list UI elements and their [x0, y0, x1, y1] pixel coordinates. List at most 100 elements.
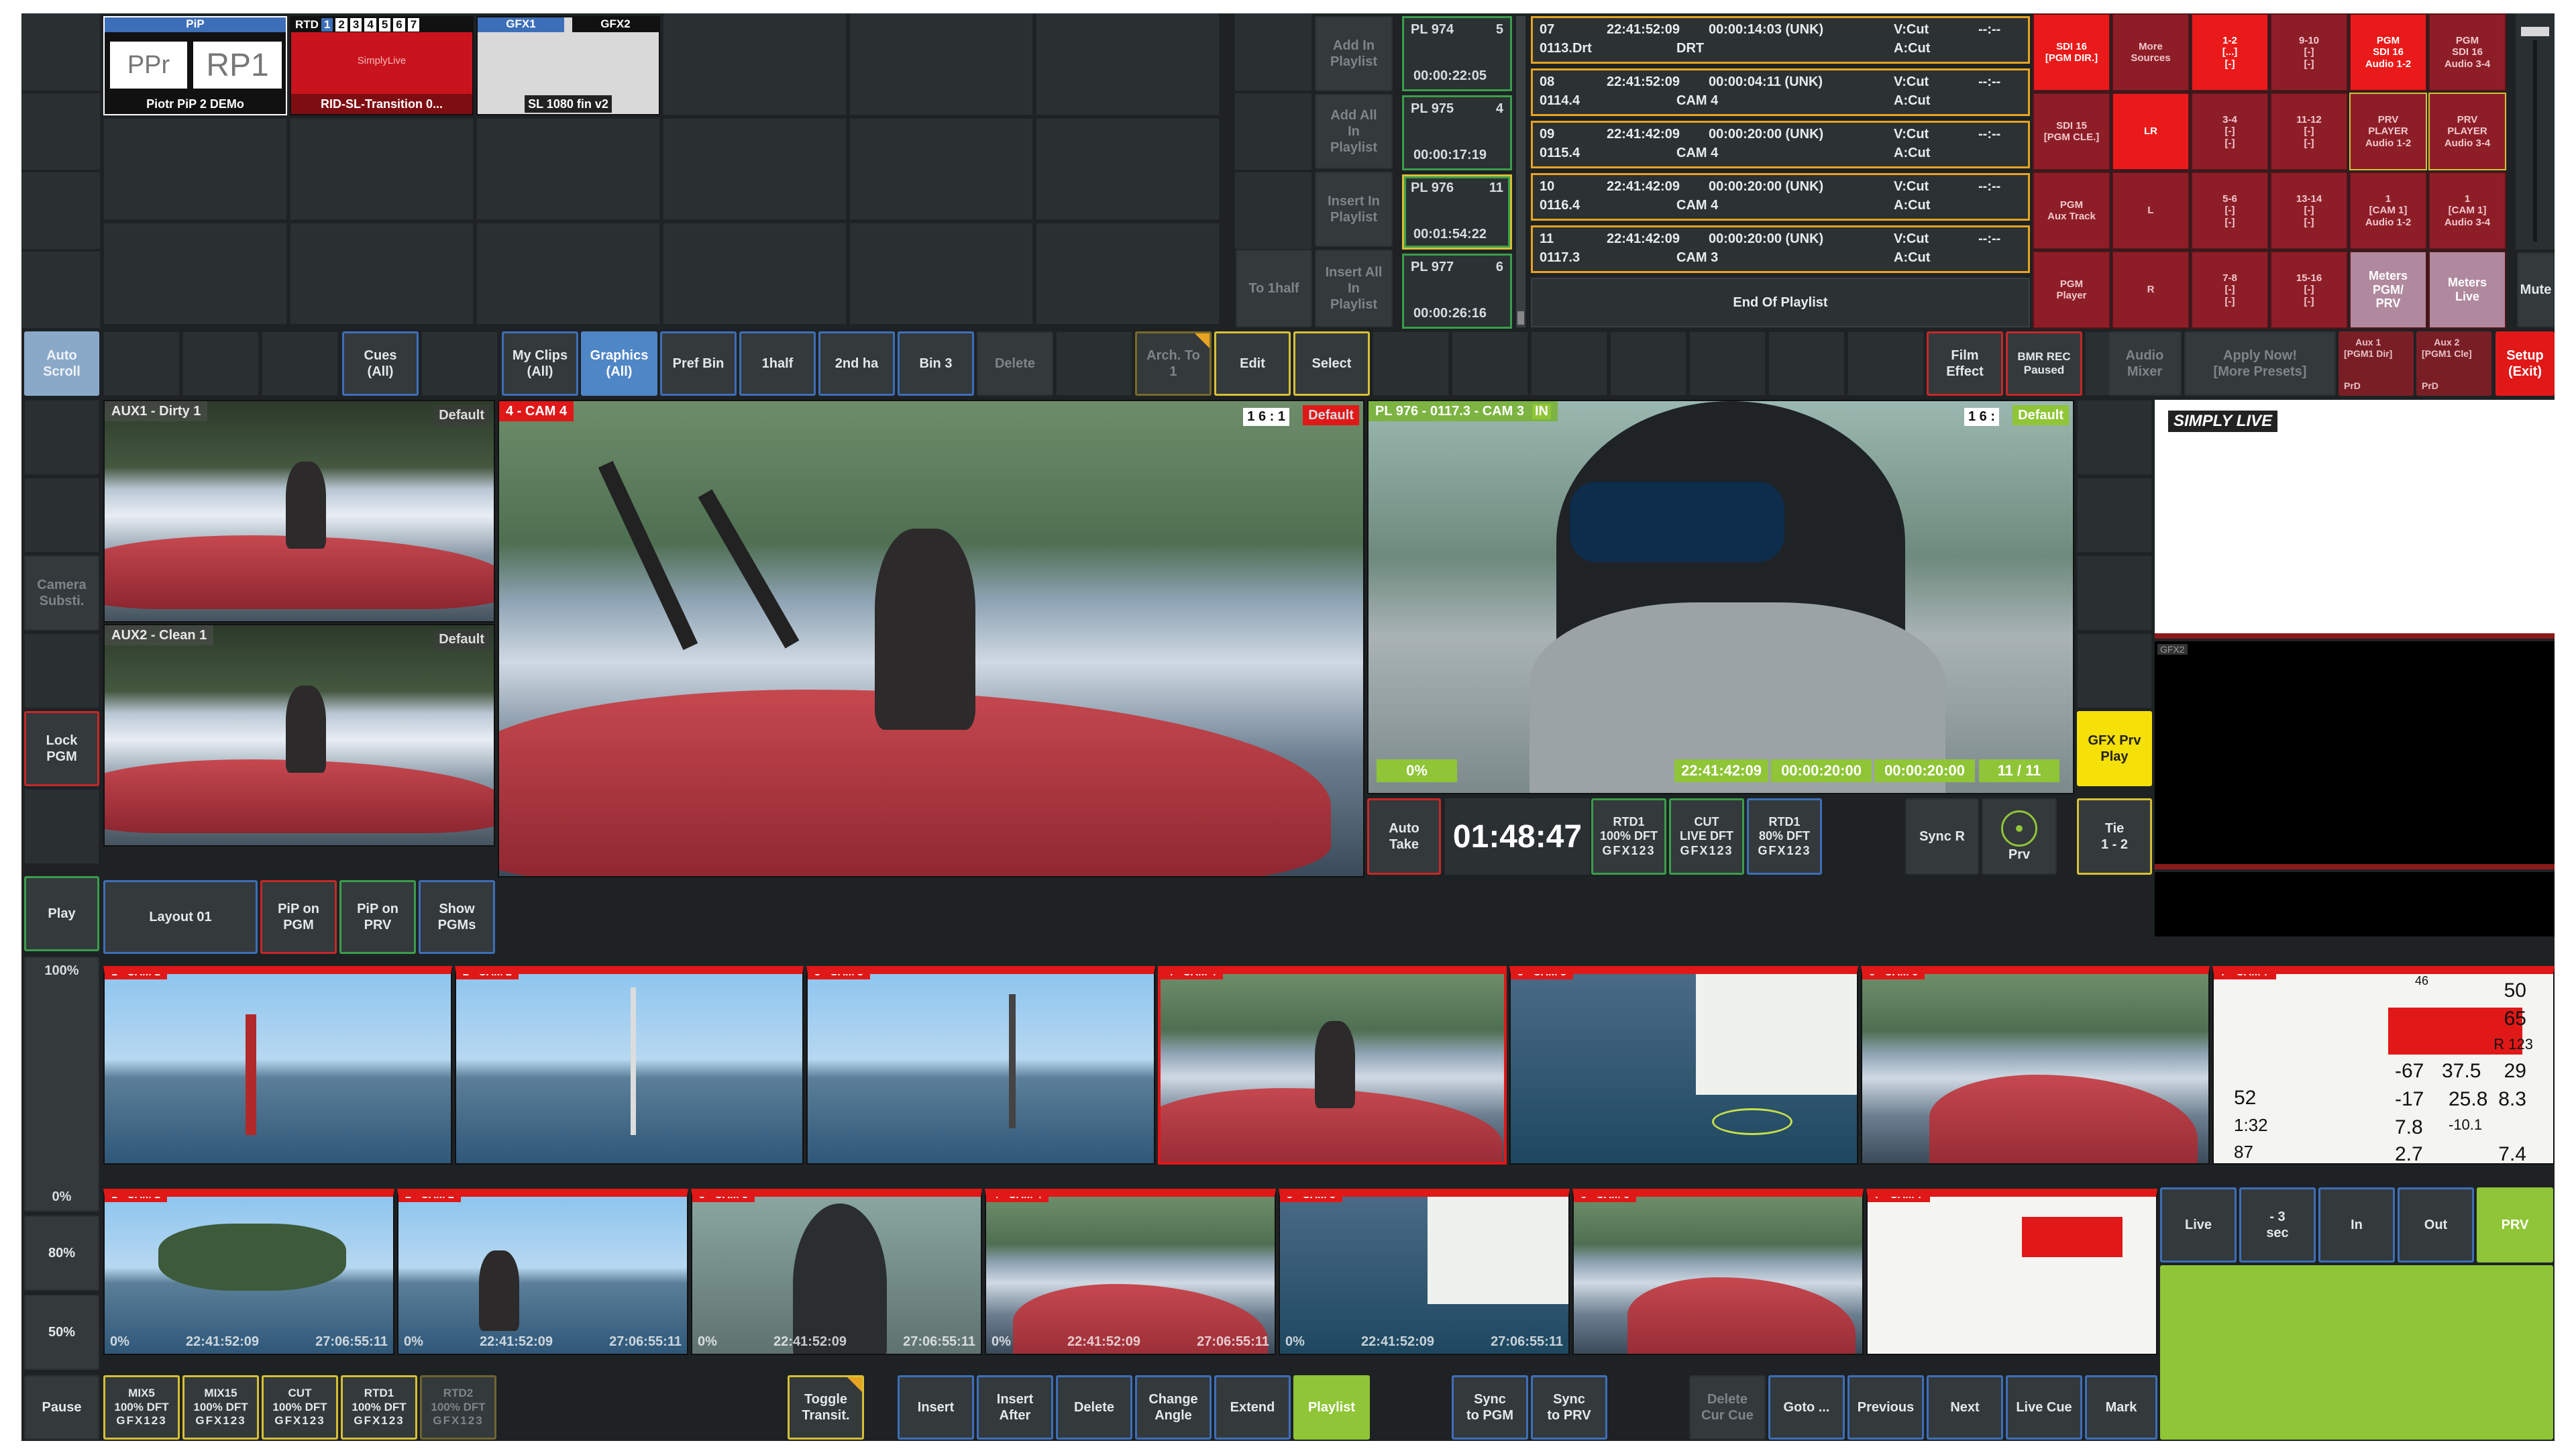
gfx-prv-play-button[interactable]: GFX Prv Play — [2077, 711, 2152, 786]
playlist-mode-button[interactable]: Playlist — [1293, 1375, 1370, 1440]
speed-50-button[interactable]: 50% — [24, 1295, 99, 1370]
audio-r-button[interactable]: R — [2112, 251, 2190, 329]
show-pgms-button[interactable]: Show PGMs — [419, 880, 495, 954]
camera-thumb[interactable]: 1 - CAM 1 — [103, 966, 452, 1165]
shuttle-pad[interactable] — [2160, 1265, 2553, 1440]
audio-ch-3-4-button[interactable]: 3-4 [-] [-] — [2191, 93, 2269, 170]
camera-substitution-button[interactable]: Camera Substi. — [24, 555, 99, 631]
pause-button[interactable]: Pause — [24, 1375, 99, 1440]
in-button[interactable]: In — [2318, 1187, 2395, 1263]
audio-prv-player-a34-button[interactable]: PRV PLAYER Audio 3-4 — [2428, 93, 2506, 170]
my-clips-button[interactable]: My Clips (All) — [502, 331, 578, 396]
archive-to-button[interactable]: Arch. To 1 — [1135, 331, 1212, 396]
extend-button[interactable]: Extend — [1214, 1375, 1291, 1440]
audio-ch-7-8-button[interactable]: 7-8 [-] [-] — [2191, 251, 2269, 329]
minus-3-sec-button[interactable]: - 3 sec — [2239, 1187, 2316, 1263]
audio-l-button[interactable]: L — [2112, 172, 2190, 250]
insert-in-playlist-button[interactable]: Insert In Playlist — [1315, 172, 1393, 247]
lock-pgm-button[interactable]: Lock PGM — [24, 711, 99, 786]
playlist-scrollbar[interactable] — [1516, 16, 1525, 327]
bmr-rec-button[interactable]: BMR REC Paused — [2006, 331, 2082, 396]
add-in-playlist-button[interactable]: Add In Playlist — [1315, 16, 1393, 91]
sync-r-button[interactable]: Sync R — [1905, 798, 1979, 875]
playlist-entry[interactable]: 10 0116.4 22:41:42:09 00:00:20:00 (UNK) … — [1531, 173, 2030, 221]
playlist-entry[interactable]: 08 0114.4 22:41:52:09 00:00:04:11 (UNK) … — [1531, 68, 2030, 116]
playlist-item[interactable]: PL 975 4 00:00:17:19 — [1402, 95, 1512, 170]
bin-3-button[interactable]: Bin 3 — [898, 331, 974, 396]
audio-more-sources-button[interactable]: More Sources — [2112, 13, 2190, 91]
speed-lever[interactable]: 100% 0% — [24, 957, 99, 1212]
playlist-item-active[interactable]: PL 976 11 00:01:54:22 — [1402, 174, 1512, 250]
apply-now-button[interactable]: Apply Now! [More Presets] — [2184, 331, 2336, 396]
rtd1-80-transition-button[interactable]: RTD1 80% DFT GFX123 — [1747, 798, 1822, 875]
sync-to-prv-button[interactable]: Sync to PRV — [1531, 1375, 1607, 1440]
playlist-entry[interactable]: 09 0115.4 22:41:42:09 00:00:20:00 (UNK) … — [1531, 121, 2030, 168]
edit-button[interactable]: Edit — [1214, 331, 1291, 396]
rtd1-transition-button[interactable]: RTD1 100% DFT GFX123 — [1591, 798, 1666, 875]
pip-on-prv-button[interactable]: PiP on PRV — [339, 880, 416, 954]
audio-ch-5-6-button[interactable]: 5-6 [-] [-] — [2191, 172, 2269, 250]
film-effect-button[interactable]: Film Effect — [1927, 331, 2003, 396]
aux2-output-button[interactable]: Aux 2 [PGM1 Cle] PrD — [2416, 331, 2491, 396]
camera-thumb[interactable]: 6 - CAM 6 — [1572, 1189, 1864, 1355]
tie-1-2-button[interactable]: Tie 1 - 2 — [2077, 798, 2152, 875]
meters-pgm-prv-button[interactable]: Meters PGM/ PRV — [2349, 251, 2427, 329]
audio-prv-player-a12-button[interactable]: PRV PLAYER Audio 1-2 — [2349, 93, 2427, 170]
play-button[interactable]: Play — [24, 876, 99, 951]
audio-mixer-button[interactable]: Audio Mixer — [2108, 331, 2182, 396]
camera-thumb[interactable]: 2 - CAM 2 0% 22:41:52:09 27:06:55:11 — [397, 1189, 688, 1355]
delete-bin-button[interactable]: Delete — [977, 331, 1053, 396]
toggle-transition-button[interactable]: Toggle Transit. — [788, 1375, 864, 1440]
camera-thumb[interactable]: 5 - CAM 5 0% 22:41:52:09 27:06:55:11 — [1279, 1189, 1570, 1355]
delete-cur-cue-button[interactable]: Delete Cur Cue — [1689, 1375, 1766, 1440]
delete-entry-button[interactable]: Delete — [1056, 1375, 1132, 1440]
camera-thumb[interactable]: 1 - CAM 1 0% 22:41:52:09 27:06:55:11 — [103, 1189, 394, 1355]
playlist-entry[interactable]: 11 0117.3 22:41:42:09 00:00:20:00 (UNK) … — [1531, 225, 2030, 273]
layout-01-button[interactable]: Layout 01 — [103, 880, 258, 954]
camera-thumb[interactable]: 3 - CAM 3 — [806, 966, 1155, 1165]
audio-sdi16-pgm-dir-button[interactable]: SDI 16 [PGM DIR.] — [2033, 13, 2110, 91]
camera-thumb-active[interactable]: 4 - CAM 4 — [1158, 966, 1507, 1165]
audio-ch-1-2-button[interactable]: 1-2 [...] [-] — [2191, 13, 2269, 91]
camera-thumb-telemetry[interactable]: 7 - CAM 7 46 50 65 R 123 -67 37.5 29 52 … — [2212, 966, 2555, 1165]
prv-mode-button[interactable]: PRV — [2477, 1187, 2553, 1263]
camera-thumb[interactable]: 3 - CAM 3 0% 22:41:52:09 27:06:55:11 — [691, 1189, 982, 1355]
audio-fader[interactable] — [2516, 13, 2555, 250]
camera-thumb-telemetry[interactable]: 7 - CAM 7 — [1866, 1189, 2157, 1355]
audio-cam1-a34-button[interactable]: 1 [CAM 1] Audio 3-4 — [2428, 172, 2506, 250]
cut-100-transition-button[interactable]: CUT 100% DFT GFX123 — [262, 1375, 338, 1440]
add-all-in-playlist-button[interactable]: Add All In Playlist — [1315, 94, 1393, 169]
audio-ch-13-14-button[interactable]: 13-14 [-] [-] — [2270, 172, 2348, 250]
audio-sdi15-pgm-cle-button[interactable]: SDI 15 [PGM CLE.] — [2033, 93, 2110, 170]
mix15-transition-button[interactable]: MIX15 100% DFT GFX123 — [182, 1375, 259, 1440]
live-button[interactable]: Live — [2160, 1187, 2237, 1263]
playlist-item[interactable]: PL 977 6 00:00:26:16 — [1402, 254, 1512, 329]
prv-button[interactable]: Prv — [1982, 798, 2057, 875]
playlist-item[interactable]: PL 974 5 00:00:22:05 — [1402, 16, 1512, 91]
cues-all-button[interactable]: Cues (All) — [342, 331, 419, 396]
audio-lr-button[interactable]: LR — [2112, 93, 2190, 170]
camera-thumb[interactable]: 2 - CAM 2 — [455, 966, 804, 1165]
to-1half-button[interactable]: To 1half — [1236, 250, 1312, 327]
goto-button[interactable]: Goto ... — [1768, 1375, 1845, 1440]
audio-pgm-player-button[interactable]: PGM Player — [2033, 251, 2110, 329]
rtd2-transition-button[interactable]: RTD2 100% DFT GFX123 — [420, 1375, 496, 1440]
mute-button[interactable]: Mute — [2517, 252, 2555, 327]
change-angle-button[interactable]: Change Angle — [1135, 1375, 1212, 1440]
graphics-all-button[interactable]: Graphics (All) — [581, 331, 657, 396]
bin-2nd-half-button[interactable]: 2nd ha — [818, 331, 895, 396]
insert-all-in-playlist-button[interactable]: Insert All In Playlist — [1315, 250, 1393, 327]
audio-pgm-sdi16-a12-button[interactable]: PGM SDI 16 Audio 1-2 — [2349, 13, 2427, 91]
cut-transition-button[interactable]: CUT LIVE DFT GFX123 — [1669, 798, 1744, 875]
audio-cam1-a12-button[interactable]: 1 [CAM 1] Audio 1-2 — [2349, 172, 2427, 250]
previous-button[interactable]: Previous — [1847, 1375, 1924, 1440]
audio-ch-15-16-button[interactable]: 15-16 [-] [-] — [2270, 251, 2348, 329]
camera-thumb[interactable]: 6 - CAM 6 — [1861, 966, 2210, 1165]
audio-pgm-sdi16-a34-button[interactable]: PGM SDI 16 Audio 3-4 — [2428, 13, 2506, 91]
pref-bin-button[interactable]: Pref Bin — [660, 331, 737, 396]
insert-button[interactable]: Insert — [898, 1375, 974, 1440]
meters-live-button[interactable]: Meters Live — [2428, 251, 2506, 329]
bin-1half-button[interactable]: 1half — [739, 331, 816, 396]
next-button[interactable]: Next — [1927, 1375, 2003, 1440]
camera-thumb[interactable]: 5 - CAM 5 — [1509, 966, 1858, 1165]
